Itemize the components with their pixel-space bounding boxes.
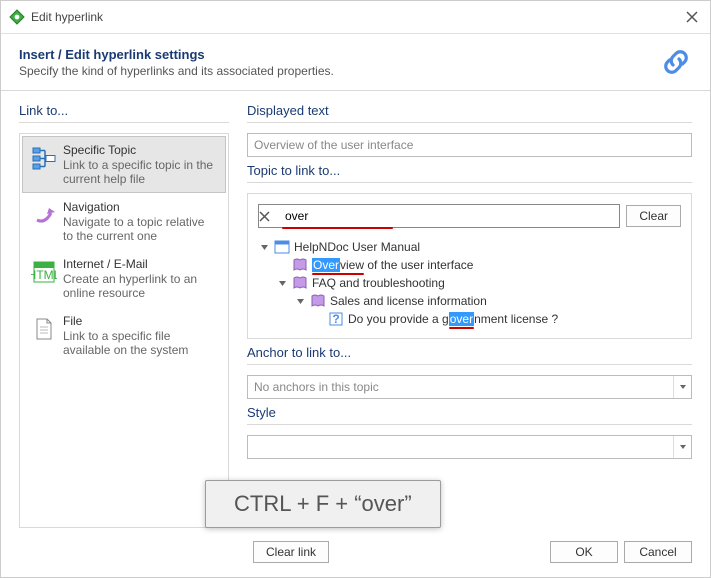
search-input[interactable] bbox=[281, 205, 619, 227]
question-icon: ? bbox=[328, 311, 344, 327]
link-to-panel: Link to... Specific Topic Link to a spec… bbox=[19, 103, 229, 529]
book-icon bbox=[292, 257, 308, 273]
chevron-down-icon[interactable] bbox=[276, 277, 288, 289]
link-to-title: Link to... bbox=[19, 103, 229, 118]
clear-search-icon[interactable] bbox=[259, 211, 281, 222]
chevron-down-icon[interactable] bbox=[258, 241, 270, 253]
linktype-title: Navigation bbox=[63, 200, 217, 214]
linktype-desc: Link to a specific topic in the current … bbox=[63, 158, 217, 186]
header-desc: Specify the kind of hyperlinks and its a… bbox=[19, 64, 660, 78]
titlebar: Edit hyperlink bbox=[1, 1, 710, 34]
tree-node-root[interactable]: HelpNDoc User Manual bbox=[294, 240, 420, 254]
ok-button[interactable]: OK bbox=[550, 541, 618, 563]
file-icon bbox=[31, 316, 57, 342]
style-label: Style bbox=[247, 405, 692, 420]
svg-text:HTML: HTML bbox=[31, 268, 57, 282]
svg-text:?: ? bbox=[332, 312, 339, 326]
style-dropdown[interactable] bbox=[247, 435, 692, 459]
linktype-desc: Navigate to a topic relative to the curr… bbox=[63, 215, 217, 243]
chevron-spacer bbox=[276, 259, 288, 271]
hyperlink-icon bbox=[660, 46, 692, 78]
chevron-down-icon bbox=[673, 436, 691, 458]
topic-label: Topic to link to... bbox=[247, 163, 692, 178]
chevron-down-icon[interactable] bbox=[294, 295, 306, 307]
project-icon bbox=[274, 239, 290, 255]
clear-button[interactable]: Clear bbox=[626, 205, 681, 227]
dialog-footer: Clear link OK Cancel bbox=[1, 533, 710, 577]
anchor-dropdown[interactable]: No anchors in this topic bbox=[247, 375, 692, 399]
tree-node-sales[interactable]: Sales and license information bbox=[330, 294, 487, 308]
html-icon: HTML bbox=[31, 259, 57, 285]
dialog-header: Insert / Edit hyperlink settings Specify… bbox=[1, 34, 710, 91]
close-icon[interactable] bbox=[682, 7, 702, 27]
navigation-icon bbox=[31, 202, 57, 228]
displayed-text-input[interactable] bbox=[247, 133, 692, 157]
linktype-title: Specific Topic bbox=[63, 143, 217, 157]
chevron-spacer bbox=[312, 313, 324, 325]
linktype-title: Internet / E-Mail bbox=[63, 257, 217, 271]
linktype-desc: Create an hyperlink to an online resourc… bbox=[63, 272, 217, 300]
linktype-file[interactable]: File Link to a specific file available o… bbox=[22, 307, 226, 364]
linktype-navigation[interactable]: Navigation Navigate to a topic relative … bbox=[22, 193, 226, 250]
linktype-desc: Link to a specific file available on the… bbox=[63, 329, 217, 357]
cancel-button[interactable]: Cancel bbox=[624, 541, 692, 563]
topic-tree: HelpNDoc User Manual Overview of the use… bbox=[258, 238, 681, 328]
app-icon bbox=[9, 9, 25, 25]
displayed-text-label: Displayed text bbox=[247, 103, 692, 118]
search-input-wrap bbox=[258, 204, 620, 228]
tree-node-faq[interactable]: FAQ and troubleshooting bbox=[312, 276, 445, 290]
chevron-down-icon bbox=[673, 376, 691, 398]
linktype-specific-topic[interactable]: Specific Topic Link to a specific topic … bbox=[22, 136, 226, 193]
topic-tree-icon bbox=[31, 145, 57, 171]
tree-node-government[interactable]: Do you provide a government license ? bbox=[348, 312, 558, 326]
tree-node-overview[interactable]: Overview of the user interface bbox=[312, 258, 473, 272]
keyboard-shortcut-tooltip: CTRL + F + “over” bbox=[205, 480, 441, 528]
clear-link-button[interactable]: Clear link bbox=[253, 541, 329, 563]
book-icon bbox=[292, 275, 308, 291]
book-icon bbox=[310, 293, 326, 309]
linktype-title: File bbox=[63, 314, 217, 328]
header-title: Insert / Edit hyperlink settings bbox=[19, 47, 660, 62]
linktype-internet[interactable]: HTML Internet / E-Mail Create an hyperli… bbox=[22, 250, 226, 307]
anchor-label: Anchor to link to... bbox=[247, 345, 692, 360]
window-title: Edit hyperlink bbox=[31, 10, 682, 24]
settings-panel: Displayed text Topic to link to... bbox=[247, 103, 692, 529]
